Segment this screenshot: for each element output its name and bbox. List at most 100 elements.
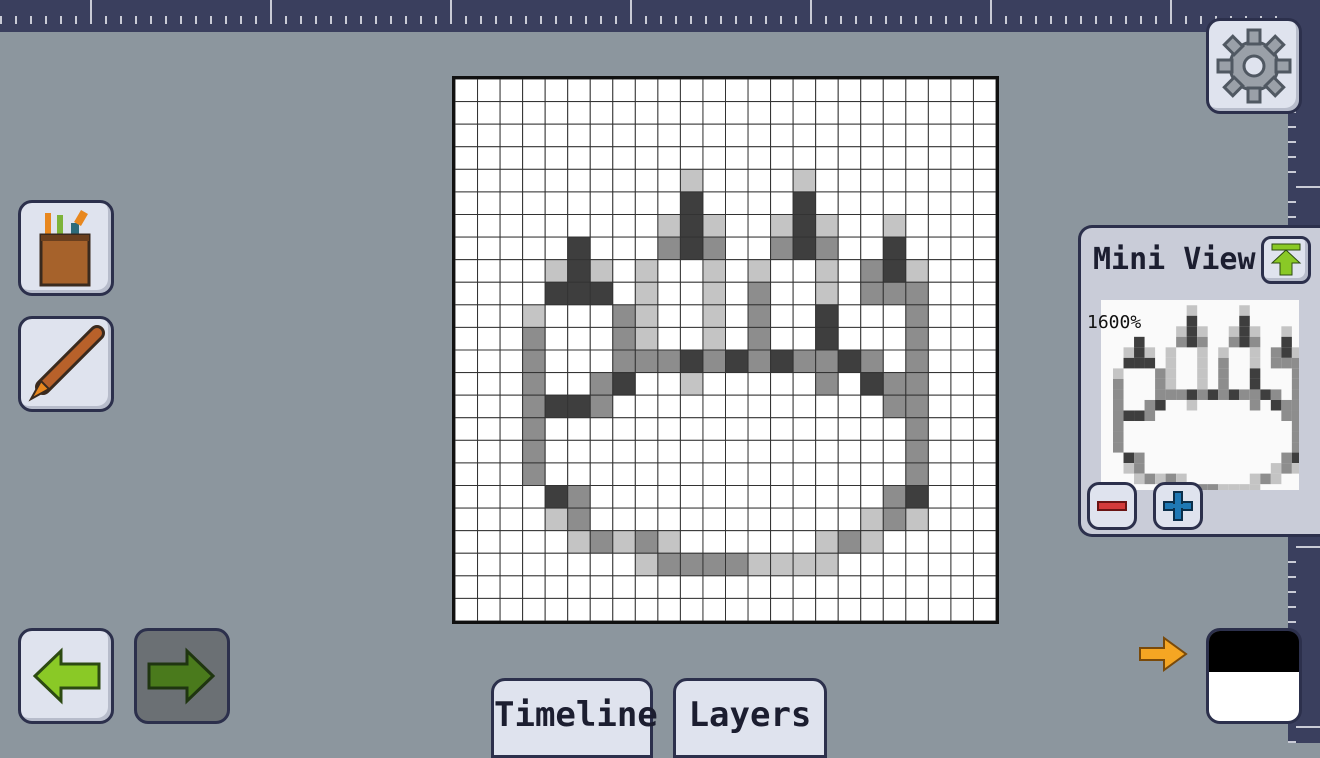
canvas-pixel[interactable]	[679, 372, 704, 396]
canvas-pixel[interactable]	[522, 575, 546, 599]
canvas-pixel[interactable]	[544, 214, 569, 238]
canvas-pixel[interactable]	[927, 552, 952, 577]
canvas-pixel[interactable]	[499, 552, 524, 577]
canvas-pixel[interactable]	[725, 326, 749, 351]
canvas-pixel[interactable]	[612, 214, 636, 238]
canvas-pixel[interactable]	[499, 236, 524, 261]
canvas-pixel[interactable]	[455, 597, 479, 621]
canvas-pixel[interactable]	[679, 146, 704, 170]
canvas-pixel[interactable]	[792, 304, 817, 328]
canvas-pixel[interactable]	[657, 191, 681, 215]
canvas-pixel[interactable]	[725, 507, 749, 532]
canvas-pixel[interactable]	[612, 168, 636, 193]
canvas-pixel[interactable]	[657, 349, 681, 374]
canvas-pixel[interactable]	[477, 191, 501, 215]
pencil-tool-button[interactable]	[18, 316, 114, 412]
canvas-pixel[interactable]	[860, 191, 884, 215]
canvas-pixel[interactable]	[477, 101, 501, 125]
canvas-pixel[interactable]	[927, 417, 952, 441]
canvas-pixel[interactable]	[837, 101, 862, 125]
canvas-pixel[interactable]	[679, 349, 704, 374]
canvas-pixel[interactable]	[634, 326, 659, 351]
canvas-pixel[interactable]	[702, 530, 726, 554]
canvas-pixel[interactable]	[702, 123, 726, 148]
canvas-pixel[interactable]	[792, 326, 817, 351]
canvas-pixel[interactable]	[837, 259, 862, 283]
canvas-pixel[interactable]	[792, 146, 817, 170]
canvas-pixel[interactable]	[567, 101, 591, 125]
canvas-pixel[interactable]	[747, 485, 772, 509]
canvas-pixel[interactable]	[882, 214, 907, 238]
canvas-pixel[interactable]	[927, 304, 952, 328]
canvas-pixel[interactable]	[770, 575, 794, 599]
canvas-pixel[interactable]	[612, 191, 636, 215]
canvas-pixel[interactable]	[455, 372, 479, 396]
canvas-pixel[interactable]	[927, 462, 952, 486]
canvas-pixel[interactable]	[522, 168, 546, 193]
canvas-pixel[interactable]	[612, 79, 636, 103]
canvas-pixel[interactable]	[882, 79, 907, 103]
canvas-pixel[interactable]	[972, 372, 996, 396]
canvas-pixel[interactable]	[477, 530, 501, 554]
canvas-pixel[interactable]	[815, 304, 839, 328]
canvas-pixel[interactable]	[657, 259, 681, 283]
canvas-pixel[interactable]	[679, 507, 704, 532]
canvas-pixel[interactable]	[702, 349, 726, 374]
canvas-pixel[interactable]	[634, 507, 659, 532]
canvas-pixel[interactable]	[544, 304, 569, 328]
canvas-pixel[interactable]	[634, 597, 659, 621]
canvas-pixel[interactable]	[747, 575, 772, 599]
canvas-pixel[interactable]	[567, 349, 591, 374]
canvas-pixel[interactable]	[882, 507, 907, 532]
canvas-pixel[interactable]	[544, 281, 569, 306]
canvas-pixel[interactable]	[815, 146, 839, 170]
canvas-pixel[interactable]	[972, 349, 996, 374]
canvas-pixel[interactable]	[589, 214, 614, 238]
canvas-pixel[interactable]	[770, 507, 794, 532]
canvas-pixel[interactable]	[612, 597, 636, 621]
canvas-pixel[interactable]	[950, 349, 974, 374]
canvas-pixel[interactable]	[567, 326, 591, 351]
canvas-pixel[interactable]	[612, 372, 636, 396]
canvas-pixel[interactable]	[725, 168, 749, 193]
canvas-pixel[interactable]	[860, 372, 884, 396]
canvas-pixel[interactable]	[815, 326, 839, 351]
canvas-pixel[interactable]	[679, 597, 704, 621]
canvas-pixel[interactable]	[634, 168, 659, 193]
canvas-pixel[interactable]	[927, 485, 952, 509]
canvas-pixel[interactable]	[905, 123, 929, 148]
canvas-pixel[interactable]	[499, 417, 524, 441]
canvas-pixel[interactable]	[544, 575, 569, 599]
canvas-pixel[interactable]	[860, 281, 884, 306]
canvas-pixel[interactable]	[679, 304, 704, 328]
canvas-pixel[interactable]	[747, 507, 772, 532]
canvas-pixel[interactable]	[567, 372, 591, 396]
canvas-pixel[interactable]	[679, 101, 704, 125]
canvas-pixel[interactable]	[657, 575, 681, 599]
canvas-pixel[interactable]	[792, 372, 817, 396]
canvas-pixel[interactable]	[679, 575, 704, 599]
canvas-pixel[interactable]	[792, 394, 817, 419]
canvas-pixel[interactable]	[860, 304, 884, 328]
canvas-pixel[interactable]	[455, 485, 479, 509]
canvas-pixel[interactable]	[927, 597, 952, 621]
canvas-pixel[interactable]	[837, 575, 862, 599]
canvas-pixel[interactable]	[612, 394, 636, 419]
canvas-pixel[interactable]	[477, 79, 501, 103]
canvas-pixel[interactable]	[477, 417, 501, 441]
canvas-pixel[interactable]	[927, 530, 952, 554]
canvas-pixel[interactable]	[882, 439, 907, 464]
canvas-pixel[interactable]	[455, 168, 479, 193]
canvas-pixel[interactable]	[815, 191, 839, 215]
canvas-pixel[interactable]	[679, 326, 704, 351]
canvas-pixel[interactable]	[477, 326, 501, 351]
canvas-pixel[interactable]	[837, 394, 862, 419]
canvas-pixel[interactable]	[950, 79, 974, 103]
canvas-pixel[interactable]	[792, 462, 817, 486]
canvas-pixel[interactable]	[455, 394, 479, 419]
canvas-pixel[interactable]	[747, 439, 772, 464]
canvas-pixel[interactable]	[837, 79, 862, 103]
canvas-pixel[interactable]	[634, 123, 659, 148]
canvas-pixel[interactable]	[927, 507, 952, 532]
canvas-pixel[interactable]	[815, 236, 839, 261]
